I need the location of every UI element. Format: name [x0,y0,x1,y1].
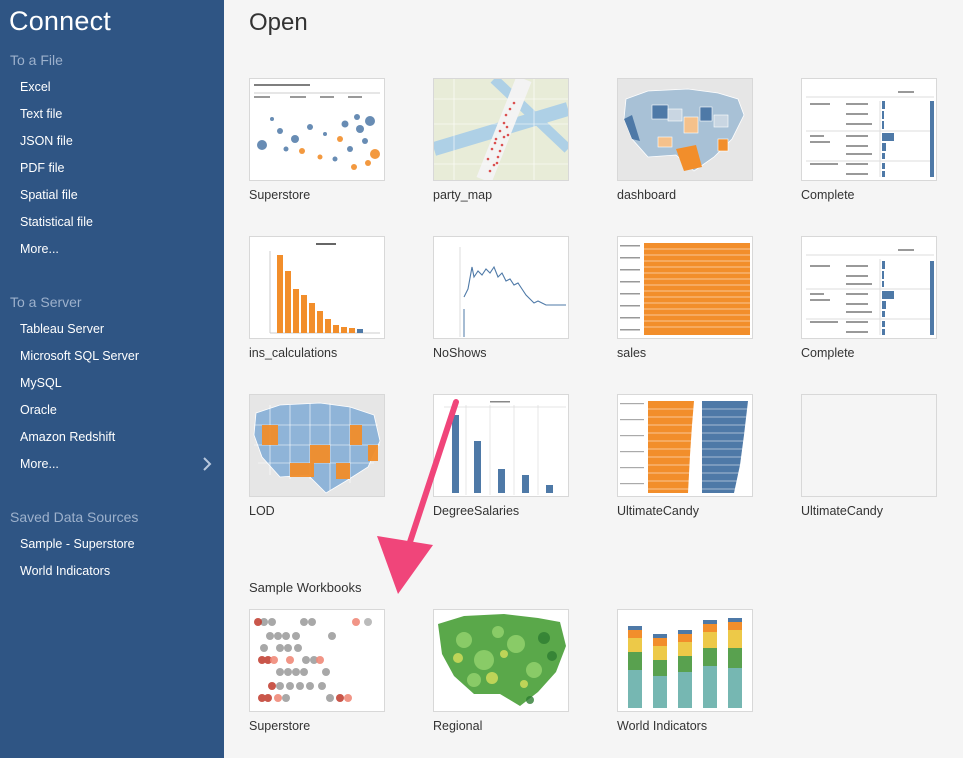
connect-text-file[interactable]: Text file [20,107,62,121]
connect-oracle[interactable]: Oracle [20,403,57,417]
workbook-thumbnail[interactable] [617,394,753,497]
workbook-tile-dashboard[interactable]: dashboard [617,78,753,202]
workbook-thumbnail[interactable] [801,394,937,497]
workbook-tile-superstore[interactable]: Superstore [249,78,385,202]
workbook-thumbnail[interactable] [801,236,937,339]
workbook-label[interactable]: UltimateCandy [801,504,937,518]
workbook-thumbnail[interactable] [249,394,385,497]
workbook-tile-noshows[interactable]: NoShows [433,236,569,360]
connect-file-more[interactable]: More... [20,242,59,256]
workbook-thumbnail[interactable] [249,609,385,712]
workbook-thumbnail[interactable] [801,78,937,181]
connect-title: Connect [9,6,111,36]
connect-tableau-server[interactable]: Tableau Server [20,322,104,336]
workbook-label[interactable]: dashboard [617,188,753,202]
workbook-label[interactable]: Superstore [249,719,385,733]
connect-mysql[interactable]: MySQL [20,376,62,390]
sample-tile-superstore[interactable]: Superstore [249,609,385,733]
workbook-tile-complete[interactable]: Complete [801,78,937,202]
saved-data-sources-heading: Saved Data Sources [10,509,139,525]
workbook-tile-degreesalaries[interactable]: DegreeSalaries [433,394,569,518]
workbook-label[interactable]: World Indicators [617,719,753,733]
connect-statistical-file[interactable]: Statistical file [20,215,93,229]
to-a-file-heading: To a File [10,52,63,68]
workbook-label[interactable]: party_map [433,188,569,202]
saved-source-sample-superstore[interactable]: Sample - Superstore [20,537,135,551]
workbook-tile-ins-calculations[interactable]: ins_calculations [249,236,385,360]
workbook-thumbnail[interactable] [249,78,385,181]
workbook-tile-lod[interactable]: LOD [249,394,385,518]
workbook-label[interactable]: sales [617,346,753,360]
workbook-thumbnail[interactable] [433,609,569,712]
workbook-label[interactable]: NoShows [433,346,569,360]
workbook-label[interactable]: Complete [801,346,937,360]
workbook-label[interactable]: LOD [249,504,385,518]
workbook-thumbnail[interactable] [433,78,569,181]
workbook-tile-ultimatecandy-2[interactable]: UltimateCandy [801,394,937,518]
workbook-label[interactable]: DegreeSalaries [433,504,569,518]
workbook-tile-sales[interactable]: sales [617,236,753,360]
sample-tile-regional[interactable]: Regional [433,609,569,733]
chevron-right-icon[interactable] [200,456,214,472]
connect-pdf-file[interactable]: PDF file [20,161,64,175]
workbook-thumbnail[interactable] [617,609,753,712]
connect-server-more[interactable]: More... [20,457,59,471]
to-a-server-heading: To a Server [10,294,82,310]
open-pane: Open Superstore party_map dashboard Comp… [224,0,963,758]
workbook-tile-complete-2[interactable]: Complete [801,236,937,360]
saved-source-world-indicators[interactable]: World Indicators [20,564,110,578]
workbook-thumbnail[interactable] [433,236,569,339]
connect-spatial-file[interactable]: Spatial file [20,188,78,202]
sample-workbooks-heading: Sample Workbooks [249,580,362,595]
workbook-label[interactable]: UltimateCandy [617,504,753,518]
connect-microsoft-sql-server[interactable]: Microsoft SQL Server [20,349,139,363]
workbook-tile-party-map[interactable]: party_map [433,78,569,202]
workbook-label[interactable]: Regional [433,719,569,733]
workbook-label[interactable]: ins_calculations [249,346,385,360]
sample-tile-world-indicators[interactable]: World Indicators [617,609,753,733]
open-title: Open [249,9,308,36]
connect-pane: Connect To a File Excel Text file JSON f… [0,0,224,758]
tableau-start-page: Connect To a File Excel Text file JSON f… [0,0,963,758]
workbook-thumbnail[interactable] [617,78,753,181]
connect-json-file[interactable]: JSON file [20,134,73,148]
connect-amazon-redshift[interactable]: Amazon Redshift [20,430,115,444]
connect-excel[interactable]: Excel [20,80,51,94]
workbook-label[interactable]: Complete [801,188,937,202]
workbook-thumbnail[interactable] [249,236,385,339]
workbook-thumbnail[interactable] [433,394,569,497]
workbook-tile-ultimatecandy[interactable]: UltimateCandy [617,394,753,518]
workbook-thumbnail[interactable] [617,236,753,339]
workbook-label[interactable]: Superstore [249,188,385,202]
